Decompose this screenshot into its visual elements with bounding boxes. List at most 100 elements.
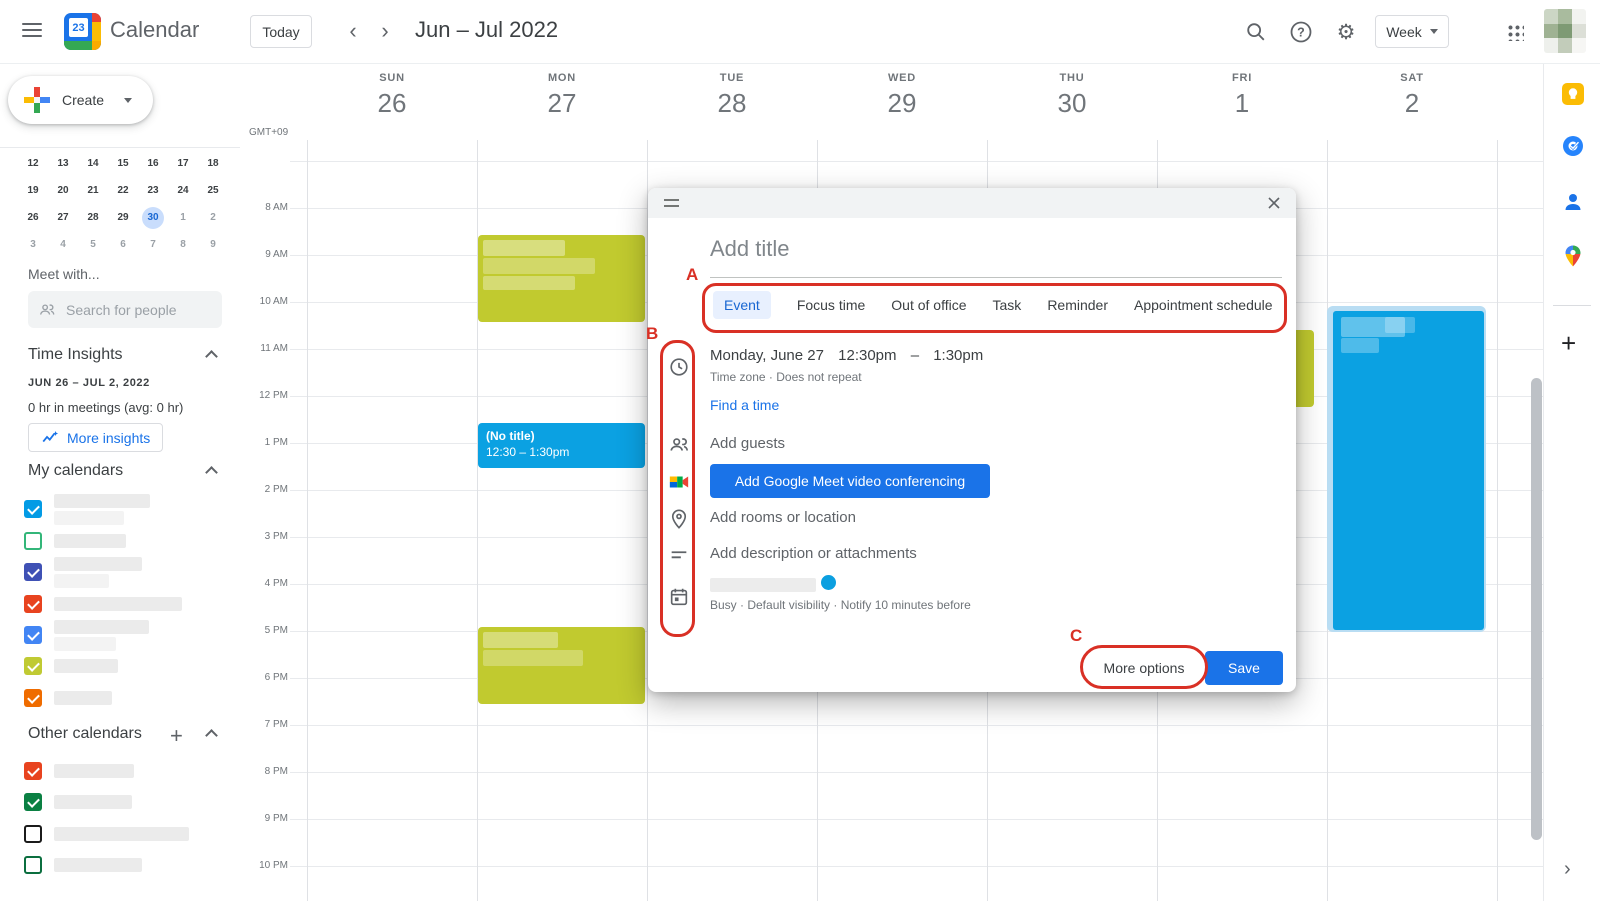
mini-day[interactable]: 16 bbox=[138, 150, 168, 177]
calendar-checkbox[interactable] bbox=[24, 626, 42, 644]
mini-day[interactable]: 22 bbox=[108, 177, 138, 204]
next-week-icon[interactable]: › bbox=[370, 16, 400, 46]
event-sat-body[interactable] bbox=[1333, 311, 1484, 630]
create-button[interactable]: Create bbox=[8, 76, 153, 124]
more-insights-button[interactable]: More insights bbox=[28, 423, 163, 452]
tab-focus-time[interactable]: Focus time bbox=[797, 291, 865, 319]
busy-visibility-line[interactable]: Busy · Default visibility · Notify 10 mi… bbox=[710, 598, 971, 612]
mini-day[interactable]: 3 bbox=[18, 231, 48, 258]
mini-day[interactable]: 28 bbox=[78, 204, 108, 231]
tab-reminder[interactable]: Reminder bbox=[1047, 291, 1108, 319]
more-options-button[interactable]: More options bbox=[1088, 651, 1200, 685]
keep-icon[interactable] bbox=[1561, 82, 1585, 106]
mini-day[interactable]: 14 bbox=[78, 150, 108, 177]
find-a-time-link[interactable]: Find a time bbox=[710, 397, 779, 413]
day-header-fri[interactable]: FRI 1 bbox=[1157, 72, 1327, 119]
collapse-time-insights-icon[interactable] bbox=[203, 348, 219, 364]
date-range-title[interactable]: Jun – Jul 2022 bbox=[415, 17, 558, 43]
help-icon[interactable]: ? bbox=[1287, 18, 1315, 46]
add-guests-field[interactable]: Add guests bbox=[710, 435, 785, 452]
mini-day[interactable]: 8 bbox=[168, 231, 198, 258]
main-menu-icon[interactable] bbox=[22, 23, 42, 37]
get-addons-icon[interactable]: + bbox=[1561, 328, 1576, 359]
event-mon-notitle[interactable]: (No title) 12:30 – 1:30pm bbox=[478, 423, 645, 468]
day-header-tue[interactable]: TUE 28 bbox=[647, 72, 817, 119]
day-header-wed[interactable]: WED 29 bbox=[817, 72, 987, 119]
mini-day[interactable]: 29 bbox=[108, 204, 138, 231]
event-start-time[interactable]: 12:30pm bbox=[838, 347, 896, 364]
mini-day[interactable]: 1 bbox=[168, 204, 198, 231]
view-selector[interactable]: Week bbox=[1375, 15, 1449, 48]
add-rooms-field[interactable]: Add rooms or location bbox=[710, 509, 856, 526]
add-meet-button[interactable]: Add Google Meet video conferencing bbox=[710, 464, 990, 498]
mini-day[interactable]: 15 bbox=[108, 150, 138, 177]
mini-day[interactable]: 17 bbox=[168, 150, 198, 177]
calendar-checkbox[interactable] bbox=[24, 793, 42, 811]
day-header-mon[interactable]: MON 27 bbox=[477, 72, 647, 119]
event-end-time[interactable]: 1:30pm bbox=[933, 347, 983, 364]
day-header-sat[interactable]: SAT 2 bbox=[1327, 72, 1497, 119]
add-other-calendar-icon[interactable]: + bbox=[170, 723, 183, 749]
add-description-field[interactable]: Add description or attachments bbox=[710, 545, 917, 562]
mini-day[interactable]: 7 bbox=[138, 231, 168, 258]
prev-week-icon[interactable]: ‹ bbox=[338, 16, 368, 46]
event-mon-evening[interactable] bbox=[478, 627, 645, 704]
calendar-checkbox[interactable] bbox=[24, 856, 42, 874]
tab-event[interactable]: Event bbox=[713, 291, 771, 319]
drag-handle-icon[interactable] bbox=[664, 199, 679, 207]
chevron-right-icon[interactable]: › bbox=[1564, 858, 1571, 881]
day-header-thu[interactable]: THU 30 bbox=[987, 72, 1157, 119]
calendar-checkbox[interactable] bbox=[24, 762, 42, 780]
settings-gear-icon[interactable]: ⚙ bbox=[1332, 18, 1360, 46]
calendar-name-redacted[interactable] bbox=[710, 578, 816, 592]
mini-day-today[interactable]: 30 bbox=[138, 204, 168, 231]
user-avatar[interactable] bbox=[1544, 9, 1586, 53]
tab-out-of-office[interactable]: Out of office bbox=[891, 291, 966, 319]
mini-day[interactable]: 6 bbox=[108, 231, 138, 258]
mini-day[interactable]: 13 bbox=[48, 150, 78, 177]
mini-day[interactable]: 5 bbox=[78, 231, 108, 258]
vertical-scrollbar[interactable] bbox=[1531, 378, 1542, 840]
collapse-other-calendars-icon[interactable] bbox=[203, 727, 219, 743]
maps-icon[interactable] bbox=[1561, 244, 1585, 268]
tab-task[interactable]: Task bbox=[993, 291, 1022, 319]
google-apps-icon[interactable] bbox=[1506, 23, 1524, 41]
event-title-input[interactable] bbox=[710, 236, 1282, 262]
contacts-icon[interactable] bbox=[1561, 190, 1585, 214]
mini-day[interactable]: 19 bbox=[18, 177, 48, 204]
tab-appointment-schedule[interactable]: Appointment schedule bbox=[1134, 291, 1273, 319]
day-header-sun[interactable]: SUN 26 bbox=[307, 72, 477, 119]
people-search-input[interactable]: Search for people bbox=[28, 291, 222, 328]
close-icon[interactable] bbox=[1264, 193, 1284, 213]
calendar-checkbox[interactable] bbox=[24, 500, 42, 518]
dialog-drag-bar[interactable] bbox=[648, 188, 1296, 218]
calendar-checkbox[interactable] bbox=[24, 563, 42, 581]
mini-day[interactable]: 21 bbox=[78, 177, 108, 204]
calendar-checkbox[interactable] bbox=[24, 595, 42, 613]
collapse-my-calendars-icon[interactable] bbox=[203, 464, 219, 480]
search-icon[interactable] bbox=[1242, 18, 1270, 46]
tasks-icon[interactable] bbox=[1561, 134, 1585, 158]
save-button[interactable]: Save bbox=[1205, 651, 1283, 685]
mini-day[interactable]: 23 bbox=[138, 177, 168, 204]
timezone-repeat-line[interactable]: Time zone · Does not repeat bbox=[710, 370, 862, 384]
event-datetime[interactable]: Monday, June 27 12:30pm – 1:30pm bbox=[710, 347, 993, 364]
mini-day[interactable]: 26 bbox=[18, 204, 48, 231]
mini-day[interactable]: 12 bbox=[18, 150, 48, 177]
event-mon-morning[interactable] bbox=[478, 235, 645, 322]
mini-day[interactable]: 9 bbox=[198, 231, 228, 258]
calendar-checkbox[interactable] bbox=[24, 657, 42, 675]
mini-day[interactable]: 2 bbox=[198, 204, 228, 231]
calendar-checkbox[interactable] bbox=[24, 825, 42, 843]
calendar-checkbox[interactable] bbox=[24, 532, 42, 550]
mini-day[interactable]: 25 bbox=[198, 177, 228, 204]
calendar-checkbox[interactable] bbox=[24, 689, 42, 707]
event-sat-selected[interactable] bbox=[1327, 306, 1486, 632]
mini-day[interactable]: 4 bbox=[48, 231, 78, 258]
mini-day[interactable]: 18 bbox=[198, 150, 228, 177]
today-button[interactable]: Today bbox=[250, 15, 312, 48]
event-date[interactable]: Monday, June 27 bbox=[710, 347, 824, 364]
mini-day[interactable]: 24 bbox=[168, 177, 198, 204]
mini-day[interactable]: 20 bbox=[48, 177, 78, 204]
mini-day[interactable]: 27 bbox=[48, 204, 78, 231]
